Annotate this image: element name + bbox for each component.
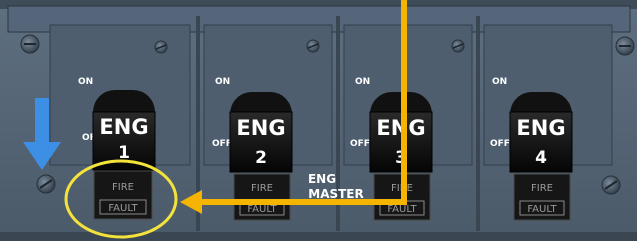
eng-1-fire-fault-indicator: FIRE FAULT bbox=[93, 170, 153, 220]
fire-label-1: FIRE bbox=[112, 182, 134, 193]
on-label-3: ON bbox=[355, 77, 370, 87]
screw-icon bbox=[36, 174, 56, 194]
switch-2-number: 2 bbox=[255, 148, 267, 168]
screw-icon bbox=[451, 39, 465, 53]
screw-icon bbox=[615, 36, 635, 56]
eng-2-master-switch[interactable]: ENG 2 bbox=[229, 92, 293, 173]
on-label-2: ON bbox=[215, 77, 230, 87]
fire-label-2: FIRE bbox=[251, 183, 273, 194]
eng-1-master-switch[interactable]: ENG 1 bbox=[92, 90, 156, 171]
eng-4-fire-fault-indicator: FIRE FAULT bbox=[513, 173, 571, 221]
fire-label-4: FIRE bbox=[531, 183, 553, 194]
switch-2-title: ENG bbox=[236, 116, 285, 140]
fault-label-3: FAULT bbox=[387, 204, 417, 215]
pointer-line-horizontal bbox=[196, 199, 407, 205]
eng-2-fire-fault-indicator: FIRE FAULT bbox=[233, 173, 291, 221]
pointer-line-vertical bbox=[401, 0, 407, 205]
eng-4-master-switch[interactable]: ENG 4 bbox=[509, 92, 573, 173]
screw-icon bbox=[306, 39, 320, 53]
off-label-3: OFF bbox=[350, 139, 370, 149]
off-label-4: OFF bbox=[490, 139, 510, 149]
panel-svg: ON ON ON ON OFF OFF OFF OFF ENG 1 FIRE F… bbox=[0, 0, 637, 241]
on-label-4: ON bbox=[492, 77, 507, 87]
switch-1-title: ENG bbox=[99, 115, 148, 139]
switch-4-number: 4 bbox=[535, 148, 547, 168]
eng-master-label-line1: ENG bbox=[308, 172, 336, 186]
section-divider-3 bbox=[476, 16, 480, 231]
on-label-1: ON bbox=[78, 77, 93, 87]
eng-master-panel-view: ON ON ON ON OFF OFF OFF OFF ENG 1 FIRE F… bbox=[0, 0, 637, 241]
fault-label-1: FAULT bbox=[108, 203, 138, 214]
switch-4-title: ENG bbox=[516, 116, 565, 140]
off-label-2: OFF bbox=[212, 139, 232, 149]
eng-master-label-line2: MASTER bbox=[308, 187, 364, 201]
screw-icon bbox=[20, 34, 40, 54]
fault-label-4: FAULT bbox=[527, 204, 557, 215]
fault-label-2: FAULT bbox=[247, 204, 277, 215]
screw-icon bbox=[601, 175, 621, 195]
screw-icon bbox=[154, 40, 168, 54]
